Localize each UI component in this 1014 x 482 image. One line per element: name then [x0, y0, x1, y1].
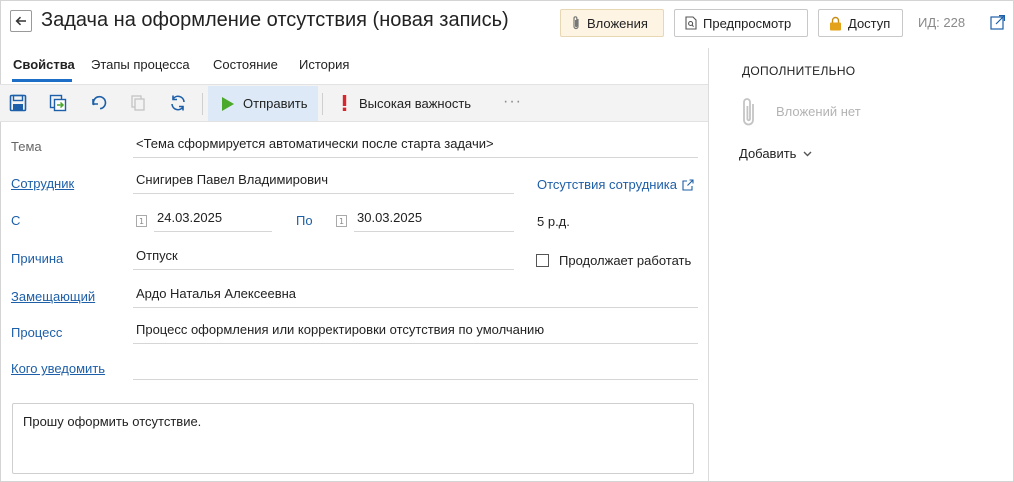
page-title: Задача на оформление отсутствия (новая з… — [41, 9, 509, 31]
paperclip-icon — [743, 98, 754, 126]
arrow-left-icon — [15, 16, 26, 26]
working-days-count: 5 р.д. — [537, 214, 570, 229]
refresh-icon[interactable] — [169, 94, 187, 112]
toolbar: Отправить Высокая важность ··· — [0, 84, 708, 122]
process-field[interactable]: Процесс оформления или корректировки отс… — [133, 322, 698, 344]
add-attachment-button[interactable]: Добавить — [739, 146, 812, 161]
calendar-icon[interactable]: 1 — [336, 215, 347, 227]
reason-field[interactable]: Отпуск — [133, 248, 514, 270]
access-button[interactable]: Доступ — [818, 9, 903, 37]
subject-label: Тема — [11, 139, 42, 154]
active-tab-indicator — [12, 79, 72, 82]
tab-history[interactable]: История — [299, 57, 349, 72]
paperclip-icon — [573, 16, 579, 30]
keeps-working-checkbox[interactable] — [536, 254, 549, 267]
add-attachment-label: Добавить — [739, 146, 797, 161]
employee-absences-label: Отсутствия сотрудника — [537, 177, 677, 192]
attachments-button-label: Вложения — [587, 15, 648, 31]
record-id: ИД: 228 — [918, 15, 966, 30]
tab-bar: Свойства Этапы процесса Состояние Истори… — [0, 52, 708, 84]
play-triangle-icon — [222, 96, 234, 111]
comment-textarea[interactable]: Прошу оформить отсутствие. — [12, 403, 694, 474]
substitute-link[interactable]: Замещающий — [11, 289, 95, 304]
save-and-close-icon[interactable] — [49, 94, 67, 112]
to-date-label: По — [296, 213, 313, 228]
toolbar-separator — [322, 93, 323, 115]
preview-button[interactable]: Предпросмотр — [674, 9, 808, 37]
subject-field[interactable]: <Тема сформируется автоматически после с… — [133, 136, 698, 158]
floppy-disk-icon[interactable] — [9, 94, 27, 112]
access-button-label: Доступ — [848, 15, 891, 31]
back-button[interactable] — [10, 10, 32, 32]
tab-properties[interactable]: Свойства — [13, 57, 75, 72]
calendar-icon[interactable]: 1 — [136, 215, 147, 227]
document-preview-icon — [685, 16, 697, 30]
from-date-field[interactable]: 24.03.2025 — [154, 210, 272, 232]
undo-icon[interactable] — [89, 94, 107, 112]
open-in-new-window-icon[interactable] — [990, 14, 1006, 30]
send-button-label: Отправить — [243, 96, 308, 111]
high-importance-toggle[interactable]: Высокая важность — [342, 95, 471, 111]
send-button[interactable]: Отправить — [208, 86, 318, 121]
high-importance-label: Высокая важность — [359, 95, 472, 111]
external-link-icon — [682, 178, 694, 191]
preview-button-label: Предпросмотр — [703, 15, 792, 31]
employee-link[interactable]: Сотрудник — [11, 176, 74, 191]
keeps-working-option[interactable]: Продолжает работать — [536, 253, 691, 268]
more-actions-button[interactable]: ··· — [503, 93, 522, 111]
chevron-down-icon — [803, 151, 812, 156]
notify-link[interactable]: Кого уведомить — [11, 361, 105, 376]
reason-label: Причина — [11, 251, 64, 266]
from-date-label: С — [11, 213, 21, 228]
tab-process-stages[interactable]: Этапы процесса — [91, 57, 190, 72]
lock-icon — [830, 16, 841, 30]
side-panel-title: ДОПОЛНИТЕЛЬНО — [742, 64, 856, 78]
panel-divider — [708, 48, 709, 481]
attachments-button[interactable]: Вложения — [560, 9, 664, 37]
employee-field[interactable]: Снигирев Павел Владимирович — [133, 172, 514, 194]
tab-state[interactable]: Состояние — [213, 57, 278, 72]
employee-absences-link[interactable]: Отсутствия сотрудника — [537, 177, 694, 192]
process-label: Процесс — [11, 325, 63, 340]
keeps-working-label: Продолжает работать — [559, 253, 692, 268]
notify-field[interactable] — [133, 358, 698, 380]
substitute-field[interactable]: Ардо Наталья Алексеевна — [133, 286, 698, 308]
no-attachments-text: Вложений нет — [776, 104, 861, 119]
to-date-field[interactable]: 30.03.2025 — [354, 210, 514, 232]
toolbar-separator — [202, 93, 203, 115]
exclamation-icon — [342, 95, 347, 111]
copy-icon[interactable] — [129, 94, 147, 112]
